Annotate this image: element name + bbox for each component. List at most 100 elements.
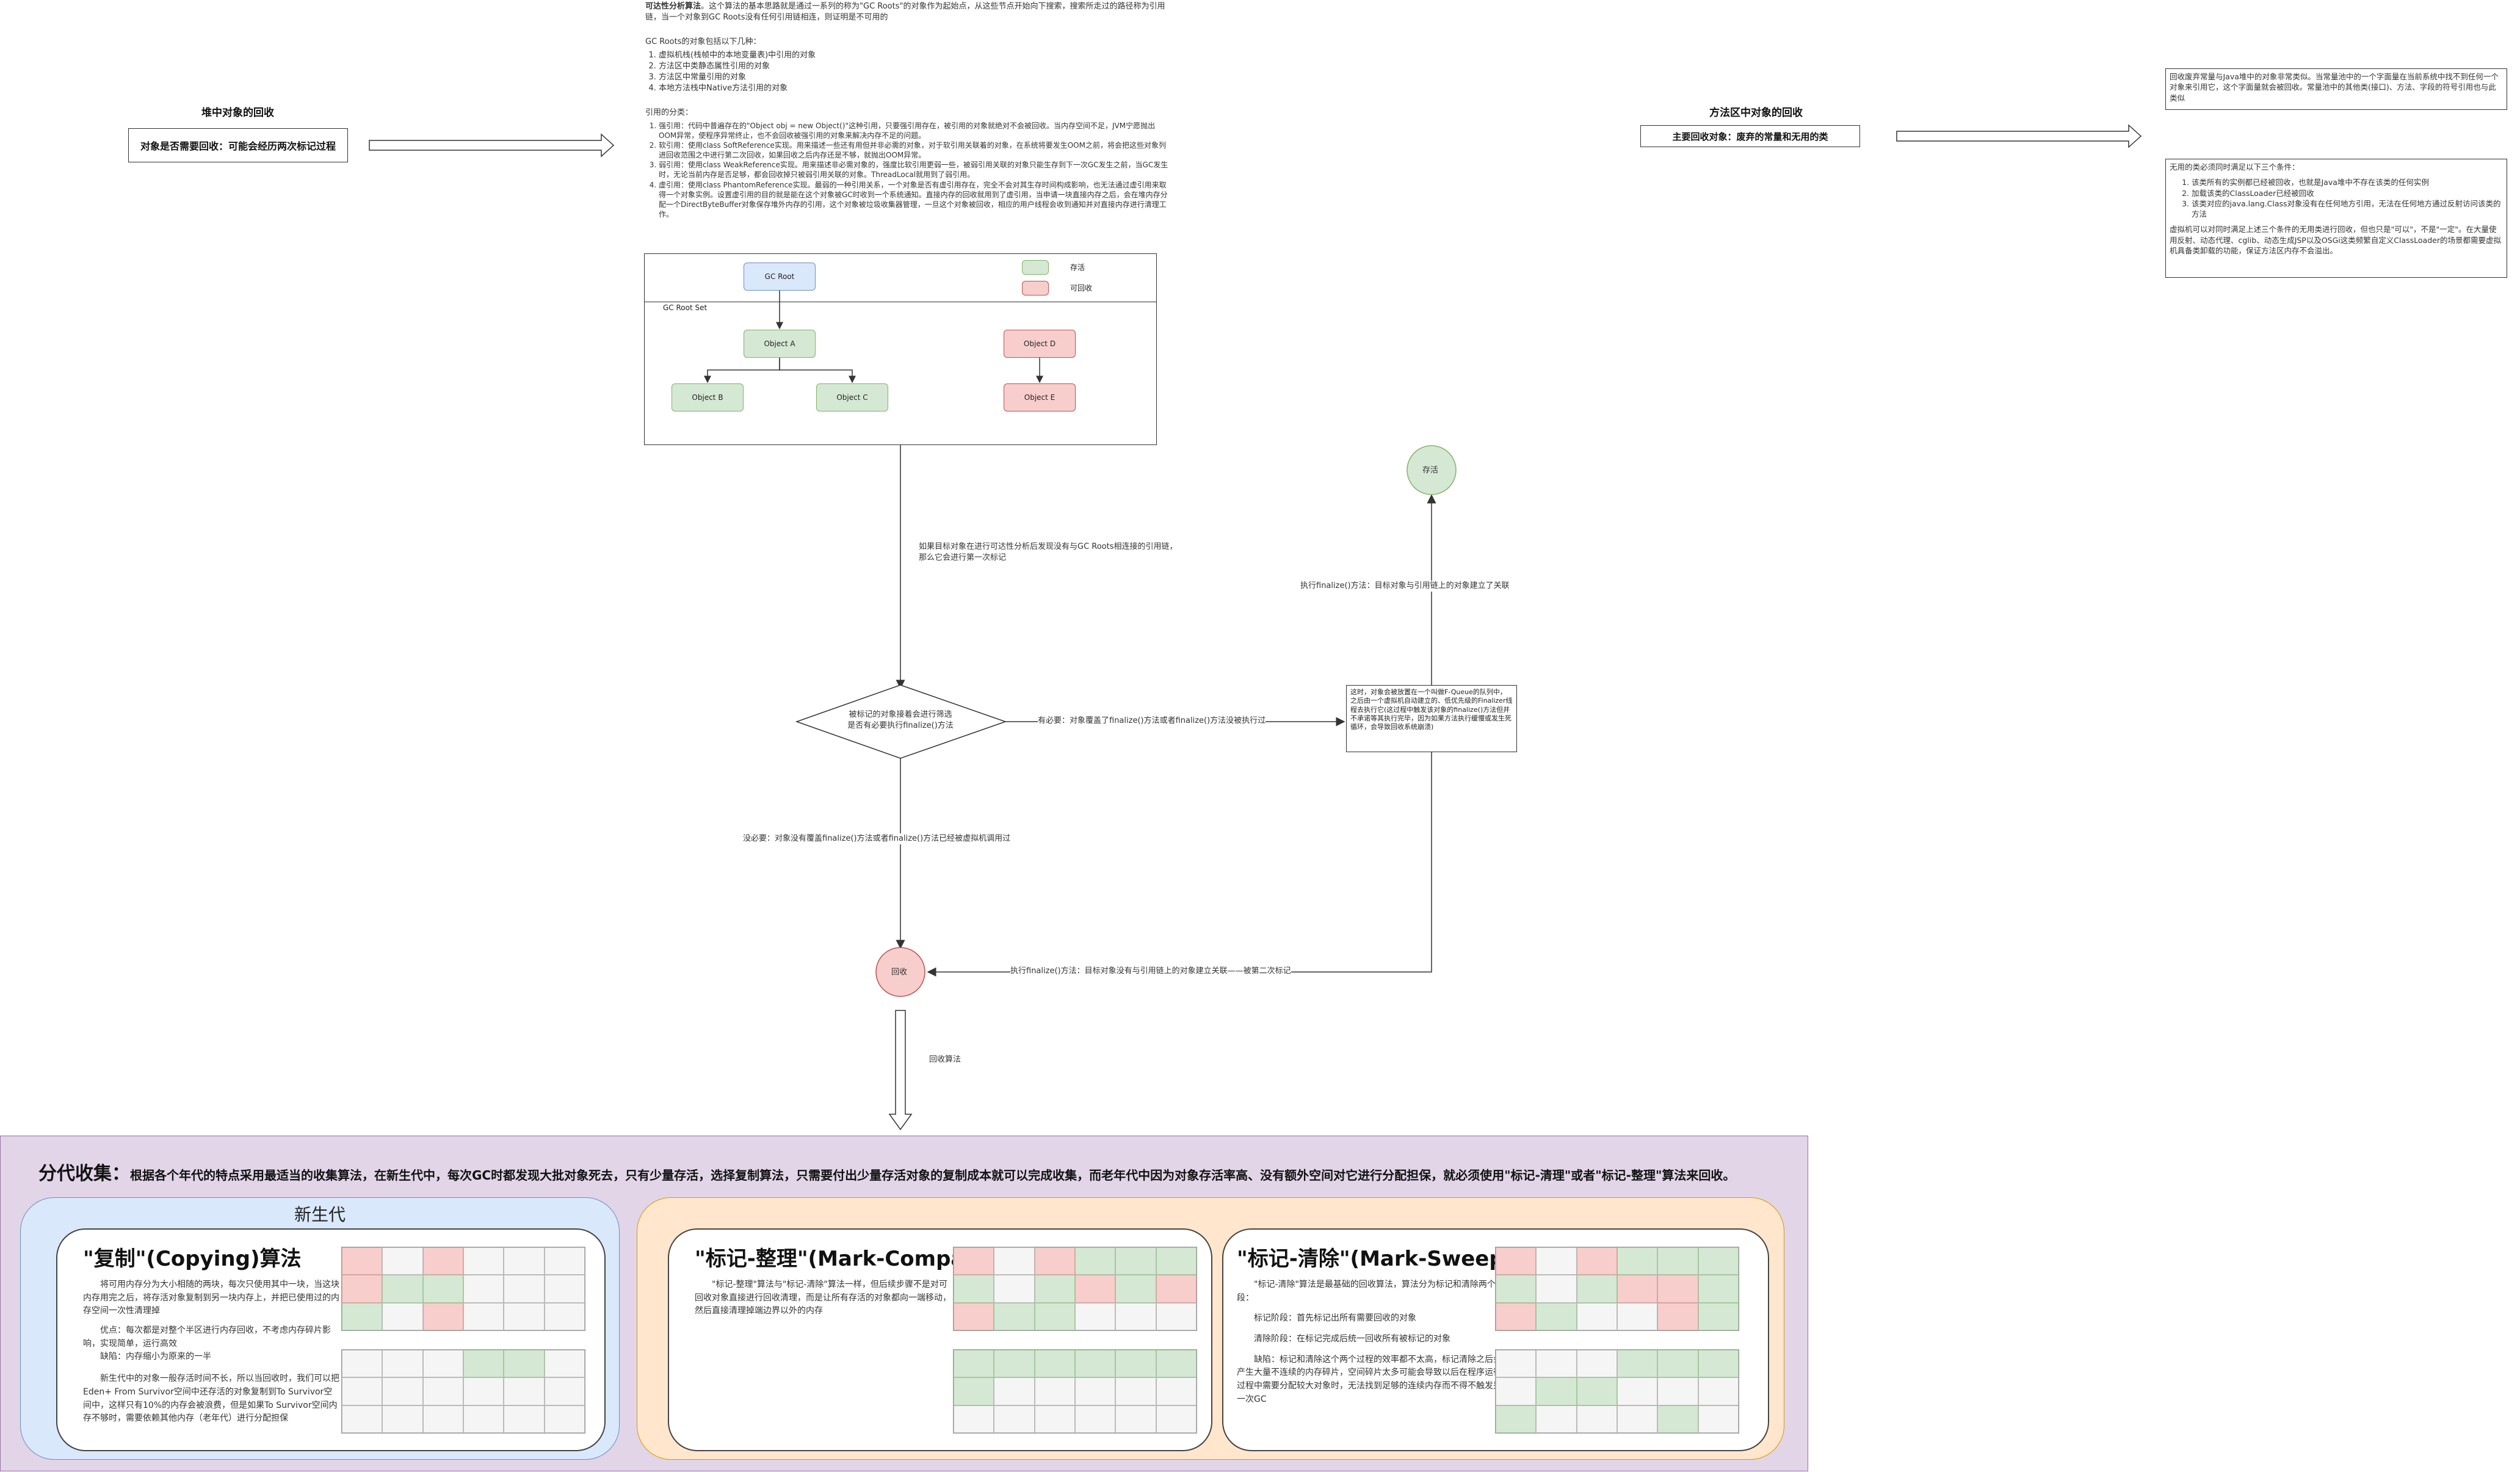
survive-label[interactable]: 存活 — [1422, 465, 1438, 476]
edge-yes-label: 有必要：对象覆盖了finalize()方法或者finalize()方法没被执行过 — [1038, 716, 1266, 727]
memory-cell-alive — [954, 1350, 994, 1378]
memory-cell-free — [1617, 1405, 1658, 1433]
memory-cell-free — [382, 1405, 423, 1433]
method-area-box-label: 主要回收对象：废弃的常量和无用的类 — [1672, 131, 1828, 142]
memory-cell-alive — [1156, 1247, 1197, 1275]
memory-cell-free — [504, 1377, 545, 1405]
memory-cell-free — [1657, 1377, 1698, 1405]
sweep-card: "标记-清除"(Mark-Sweep) "标记-清除"算法是最基础的回收算法，算… — [1222, 1228, 1769, 1451]
memory-cell-collectable — [1156, 1275, 1197, 1303]
decision-label[interactable]: 被标记的对象接着会进行筛选 是否有必要执行finalize()方法 — [818, 709, 983, 731]
compact-after-grid — [953, 1349, 1197, 1434]
memory-cell-free — [1536, 1405, 1577, 1433]
memory-cell-alive — [1075, 1350, 1116, 1378]
compact-card: "标记-整理"(Mark-Compact) "标记-整理"算法与"标记-清除"算… — [668, 1228, 1212, 1451]
memory-cell-collectable — [422, 1247, 463, 1275]
memory-cell-free — [342, 1377, 383, 1405]
memory-cell-free — [463, 1377, 504, 1405]
memory-cell-free — [1536, 1350, 1577, 1378]
memory-cell-free — [463, 1275, 504, 1303]
method-area-note2-item: 该类对应的java.lang.Class对象没有在任何地方引用，无法在任何地方通… — [2192, 198, 2503, 220]
memory-cell-free — [1698, 1405, 1739, 1433]
method-area-note2: 无用的类必须同时满足以下三个条件： 该类所有的实例都已经被回收，也就是Java堆… — [2165, 159, 2507, 278]
fqueue-box[interactable]: 这时，对象会被放置在一个叫做F-Queue的队列中，之后由一个虚拟机自动建立的、… — [1346, 685, 1517, 752]
memory-cell-free — [544, 1247, 585, 1275]
sweep-after-grid — [1495, 1349, 1739, 1434]
memory-cell-alive — [954, 1377, 994, 1405]
memory-cell-collectable — [1075, 1275, 1116, 1303]
memory-cell-free — [954, 1405, 994, 1433]
old-gen-panel: "标记-整理"(Mark-Compact) "标记-整理"算法与"标记-清除"算… — [637, 1197, 1784, 1460]
memory-cell-free — [994, 1247, 1035, 1275]
memory-cell-collectable — [1496, 1247, 1537, 1275]
recycle-label[interactable]: 回收 — [891, 967, 907, 978]
copying-card: "复制"(Copying)算法 将可用内存分为大小相随的两块，每次只使用其中一块… — [56, 1228, 606, 1451]
young-gen-title: 新生代 — [294, 1205, 346, 1225]
memory-cell-free — [1576, 1302, 1617, 1330]
method-area-box[interactable]: 主要回收对象：废弃的常量和无用的类 — [1640, 125, 1860, 147]
memory-cell-alive — [1034, 1275, 1075, 1303]
memory-cell-alive — [1698, 1350, 1739, 1378]
memory-cell-collectable — [954, 1247, 994, 1275]
memory-cell-free — [544, 1377, 585, 1405]
method-area-note1-text: 回收废弃常量与Java堆中的对象非常类似。当常量池中的一个字面量在当前系统中找不… — [2170, 72, 2499, 103]
copying-after-grid — [341, 1349, 585, 1434]
memory-cell-alive — [1576, 1275, 1617, 1303]
compact-before-grid — [953, 1247, 1197, 1331]
memory-cell-free — [1536, 1247, 1577, 1275]
method-area-note2-tail: 虚拟机可以对同时满足上述三个条件的无用类进行回收，但也只是"可以"，不是"一定"… — [2170, 225, 2501, 255]
edge-second-mark-label: 执行finalize()方法：目标对象没有与引用链上的对象建立关联——被第二次标… — [1010, 966, 1291, 977]
memory-cell-free — [504, 1302, 545, 1330]
memory-cell-free — [994, 1405, 1035, 1433]
memory-cell-alive — [1034, 1350, 1075, 1378]
memory-cell-collectable — [342, 1275, 383, 1303]
memory-cell-alive — [1156, 1350, 1197, 1378]
memory-cell-free — [382, 1350, 423, 1378]
compact-title: "标记-整理"(Mark-Compact) — [695, 1247, 997, 1271]
compact-body: "标记-整理"算法与"标记-清除"算法一样，但后续步骤不是对可回收对象直接进行回… — [695, 1278, 951, 1318]
heap-hollow-arrow — [369, 133, 615, 158]
memory-cell-free — [342, 1405, 383, 1433]
memory-cell-alive — [1536, 1302, 1577, 1330]
sweep-before-grid — [1495, 1247, 1739, 1331]
edge-survive-label: 执行finalize()方法：目标对象与引用链上的对象建立了关联 — [1300, 581, 1510, 592]
edge-first-mark-label: 如果目标对象在进行可达性分析后发现没有与GC Roots相连接的引用链，那么它会… — [919, 542, 1181, 564]
memory-cell-free — [1617, 1377, 1658, 1405]
generational-header: 分代收集：根据各个年代的特点采用最适当的收集算法，在新生代中，每次GC时都发现大… — [38, 1158, 1797, 1185]
copying-before-grid — [341, 1247, 585, 1331]
memory-cell-free — [1617, 1302, 1658, 1330]
memory-cell-alive — [1115, 1275, 1156, 1303]
memory-cell-free — [422, 1405, 463, 1433]
memory-cell-alive — [1496, 1405, 1537, 1433]
method-area-note2-item: 该类所有的实例都已经被回收，也就是Java堆中不存在该类的任何实例 — [2192, 177, 2503, 187]
sweep-mark-phase: 标记阶段：首先标记出所有需要回收的对象 — [1254, 1313, 1416, 1324]
generational-desc: 根据各个年代的特点采用最适当的收集算法，在新生代中，每次GC时都发现大批对象死去… — [130, 1168, 1736, 1183]
copying-note: 新生代中的对象一般存活时间不长，所以当回收时，我们可以把Eden+ From S… — [83, 1374, 339, 1424]
memory-cell-collectable — [1657, 1302, 1698, 1330]
method-area-note1: 回收废弃常量与Java堆中的对象非常类似。当常量池中的一个字面量在当前系统中找不… — [2165, 68, 2507, 110]
memory-cell-alive — [1698, 1275, 1739, 1303]
memory-cell-free — [463, 1302, 504, 1330]
memory-cell-collectable — [1496, 1302, 1537, 1330]
copying-title: "复制"(Copying)算法 — [83, 1247, 302, 1271]
algo-hollow-arrow — [888, 1010, 913, 1131]
sweep-title: "标记-清除"(Mark-Sweep) — [1237, 1247, 1514, 1271]
memory-cell-free — [1115, 1405, 1156, 1433]
memory-cell-free — [1115, 1377, 1156, 1405]
memory-cell-free — [422, 1350, 463, 1378]
memory-cell-free — [504, 1247, 545, 1275]
method-area-note2-list: 该类所有的实例都已经被回收，也就是Java堆中不存在该类的任何实例 加载该类的C… — [2178, 177, 2503, 219]
memory-cell-collectable — [1576, 1247, 1617, 1275]
memory-cell-alive — [1657, 1350, 1698, 1378]
memory-cell-free — [504, 1405, 545, 1433]
method-area-note2-title: 无用的类必须同时满足以下三个条件： — [2170, 162, 2300, 172]
memory-cell-alive — [1657, 1247, 1698, 1275]
memory-cell-free — [382, 1377, 423, 1405]
memory-cell-alive — [1617, 1350, 1658, 1378]
memory-cell-alive — [342, 1302, 383, 1330]
method-area-note2-item: 加载该类的ClassLoader已经被回收 — [2192, 188, 2503, 198]
memory-cell-free — [1536, 1275, 1577, 1303]
memory-cell-alive — [1115, 1247, 1156, 1275]
memory-cell-free — [463, 1247, 504, 1275]
memory-cell-free — [1034, 1405, 1075, 1433]
